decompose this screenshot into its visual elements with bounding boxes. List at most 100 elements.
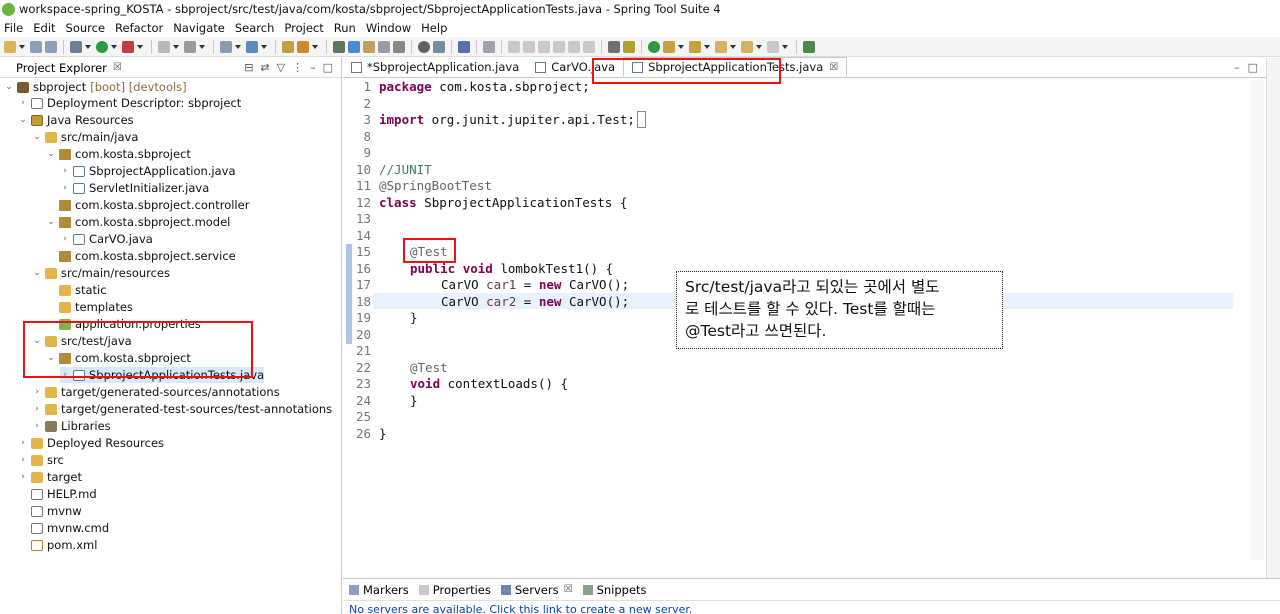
stop-icon[interactable] (158, 40, 170, 53)
toggle-breadcrumb-icon[interactable] (363, 40, 375, 53)
tree-item-java-resources[interactable]: ⌄ Java Resources (18, 112, 133, 128)
tree-item-carvo[interactable]: › CarVO.java (60, 231, 153, 247)
menu-file[interactable]: File (0, 21, 28, 35)
spring-boot-icon[interactable] (623, 40, 635, 53)
collapse-all-icon[interactable]: ⊟ (244, 61, 253, 74)
block-selection-icon[interactable] (378, 40, 390, 53)
expanded-icon[interactable]: ⌄ (32, 268, 42, 278)
menu-refactor[interactable]: Refactor (110, 21, 168, 35)
skip-breakpoints-icon[interactable] (433, 40, 445, 53)
menu-help[interactable]: Help (416, 21, 452, 35)
toggle-mark-icon[interactable] (348, 40, 360, 53)
new-icon[interactable] (4, 40, 16, 53)
pin-editor-icon[interactable] (803, 40, 815, 53)
tab-markers[interactable]: Markers (349, 583, 409, 597)
tree-item-src-main-java[interactable]: ⌄ src/main/java (32, 129, 138, 145)
menu-source[interactable]: Source (61, 21, 111, 35)
tree-item-src-test-java[interactable]: ⌄ src/test/java (32, 333, 132, 349)
tree-item-sbproject-application[interactable]: › SbprojectApplication.java (60, 163, 235, 179)
collapsed-icon[interactable]: › (18, 98, 28, 108)
tree-item-static[interactable]: static (46, 282, 107, 298)
tree-item-templates[interactable]: templates (46, 299, 133, 315)
close-icon[interactable]: ☒ (564, 584, 573, 595)
maximize-icon[interactable]: □ (323, 61, 333, 74)
boot-dashboard-icon[interactable] (648, 40, 660, 53)
minimize-icon[interactable]: – (310, 61, 316, 74)
annotation-icon[interactable] (608, 40, 620, 53)
step-over-icon[interactable] (568, 40, 580, 53)
next-annotation-icon[interactable] (663, 40, 675, 53)
tree-item-generated-sources[interactable]: › target/generated-sources/annotations (32, 384, 280, 400)
editor-scrollbar[interactable] (1250, 80, 1264, 560)
tree-item-deployed-resources[interactable]: › Deployed Resources (18, 435, 164, 451)
terminate-icon[interactable] (538, 40, 550, 53)
new-java-project-icon[interactable] (220, 40, 232, 53)
collapsed-icon[interactable]: › (60, 370, 70, 380)
collapsed-icon[interactable]: › (32, 387, 42, 397)
tree-item-src-main-resources[interactable]: ⌄ src/main/resources (32, 265, 170, 281)
collapsed-icon[interactable]: › (60, 234, 70, 244)
tree-item-package-controller[interactable]: com.kosta.sbproject.controller (46, 197, 249, 213)
tree-item-pom-xml[interactable]: pom.xml (18, 537, 97, 553)
menu-search[interactable]: Search (230, 21, 280, 35)
menu-navigate[interactable]: Navigate (168, 21, 230, 35)
tree-item-sbproject-application-tests[interactable]: › SbprojectApplicationTests.java (60, 367, 265, 383)
resume-icon[interactable] (508, 40, 520, 53)
create-server-link[interactable]: No servers are available. Click this lin… (349, 603, 1280, 614)
collapsed-icon[interactable]: › (60, 183, 70, 193)
expanded-icon[interactable]: ⌄ (18, 115, 28, 125)
run-icon[interactable] (96, 40, 108, 53)
collapsed-icon[interactable]: › (60, 166, 70, 176)
expanded-icon[interactable]: ⌄ (32, 336, 42, 346)
suspend-icon[interactable] (523, 40, 535, 53)
tab-sbproject-application-tests[interactable]: SbprojectApplicationTests.java ☒ (623, 57, 848, 77)
tab-snippets[interactable]: Snippets (582, 583, 647, 597)
step-return-icon[interactable] (583, 40, 595, 53)
disconnect-icon[interactable] (483, 40, 495, 53)
tree-item-sbproject[interactable]: ⌄ sbproject [boot] [devtools] (4, 79, 186, 95)
code-area[interactable]: 1 2 3 8 9 10 11 12 13 14 15 16 17 18 19 … (343, 79, 1266, 574)
last-edit-icon[interactable] (715, 40, 727, 53)
tree-item-package-main[interactable]: ⌄ com.kosta.sbproject (46, 146, 191, 162)
tab-servers[interactable]: Servers ☒ (500, 582, 573, 597)
maximize-icon[interactable]: □ (1248, 61, 1258, 74)
back-icon[interactable] (741, 40, 753, 53)
close-icon[interactable]: ☒ (829, 62, 838, 73)
menu-window[interactable]: Window (361, 21, 416, 35)
tree-item-mvnw-cmd[interactable]: mvnw.cmd (18, 520, 109, 536)
tree-item-mvnw[interactable]: mvnw (18, 503, 82, 519)
close-icon[interactable]: ☒ (113, 62, 122, 73)
save-all-icon[interactable] (45, 40, 57, 53)
menu-project[interactable]: Project (279, 21, 328, 35)
external-tools-icon[interactable] (122, 40, 134, 53)
tab-properties[interactable]: Properties (418, 583, 491, 597)
collapsed-icon[interactable]: › (18, 472, 28, 482)
tree-item-generated-test-sources[interactable]: › target/generated-test-sources/test-anno… (32, 401, 332, 417)
expanded-icon[interactable]: ⌄ (46, 217, 56, 227)
search-icon[interactable] (333, 40, 345, 53)
step-into-icon[interactable] (553, 40, 565, 53)
expanded-icon[interactable]: ⌄ (46, 353, 56, 363)
collapsed-icon[interactable]: › (32, 404, 42, 414)
open-type-icon[interactable] (282, 40, 294, 53)
expanded-icon[interactable]: ⌄ (4, 82, 14, 92)
tree-item-libraries[interactable]: › Libraries (32, 418, 110, 434)
expanded-icon[interactable]: ⌄ (32, 132, 42, 142)
tree-item-servlet-initializer[interactable]: › ServletInitializer.java (60, 180, 209, 196)
deploy-icon[interactable] (184, 40, 196, 53)
tab-sbproject-application[interactable]: *SbprojectApplication.java (343, 57, 527, 77)
view-menu-icon[interactable]: ⋮ (292, 61, 303, 74)
collapsed-icon[interactable]: › (32, 421, 42, 431)
menu-run[interactable]: Run (329, 21, 361, 35)
tree-item-target[interactable]: › target (18, 469, 82, 485)
new-class-icon[interactable] (246, 40, 258, 53)
tab-carvo[interactable]: CarVO.java (527, 57, 623, 77)
tree-item-package-model[interactable]: ⌄ com.kosta.sbproject.model (46, 214, 230, 230)
tree-item-package-service[interactable]: com.kosta.sbproject.service (46, 248, 236, 264)
previous-annotation-icon[interactable] (689, 40, 701, 53)
tree-item-help-md[interactable]: HELP.md (18, 486, 97, 502)
tree-item-package-test[interactable]: ⌄ com.kosta.sbproject (46, 350, 191, 366)
tree-item-deployment-descriptor[interactable]: › Deployment Descriptor: sbproject (18, 95, 241, 111)
open-task-icon[interactable] (297, 40, 309, 53)
forward-icon[interactable] (767, 40, 779, 53)
